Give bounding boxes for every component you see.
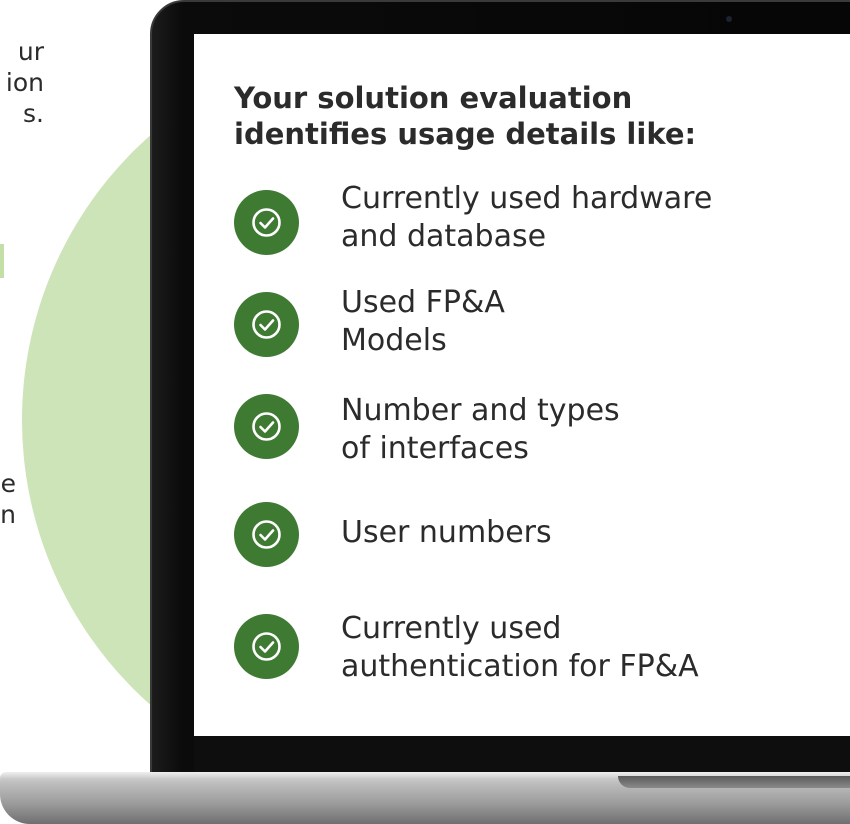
- left-accent-bar: [0, 244, 4, 278]
- check-circle-icon: [234, 292, 299, 357]
- laptop-hinge-notch: [618, 776, 850, 788]
- usage-detail-line: and database: [341, 219, 547, 254]
- usage-detail-line: authentication for FP&A: [341, 649, 699, 684]
- usage-detail-line: User numbers: [341, 515, 552, 550]
- check-circle-icon: [234, 190, 299, 255]
- laptop-bezel: [194, 736, 850, 776]
- usage-detail-item: Used FP&A Models: [234, 284, 834, 364]
- usage-detail-line: Number and types: [341, 393, 620, 428]
- camera-icon: [726, 16, 732, 22]
- left-text-fragment-top: ur ion s.: [0, 36, 44, 129]
- usage-detail-line: Currently used hardware: [341, 181, 713, 216]
- usage-detail-text: Used FP&A Models: [341, 284, 505, 360]
- screen-heading: Your solution evaluation identifies usag…: [234, 80, 834, 152]
- left-text-fragment-bottom: e n: [0, 468, 16, 530]
- usage-detail-line: Currently used: [341, 611, 562, 646]
- usage-detail-line: of interfaces: [341, 431, 529, 466]
- check-circle-icon: [234, 614, 299, 679]
- left-fragment-line: s.: [23, 99, 44, 128]
- usage-detail-text: User numbers: [341, 514, 552, 552]
- usage-detail-line: Models: [341, 323, 447, 358]
- heading-line: Your solution evaluation: [234, 81, 633, 115]
- left-fragment-line: n: [0, 500, 16, 529]
- usage-detail-item: Number and types of interfaces: [234, 392, 834, 472]
- usage-detail-item: Currently used authentication for FP&A: [234, 610, 834, 690]
- usage-detail-text: Currently used hardware and database: [341, 180, 712, 256]
- heading-line: identifies usage details like:: [234, 117, 697, 151]
- left-fragment-line: ion: [5, 68, 44, 97]
- left-fragment-line: e: [0, 469, 16, 498]
- usage-detail-item: Currently used hardware and database: [234, 180, 834, 260]
- slide-canvas: ur ion s. e n Your solution evaluation i…: [0, 0, 850, 824]
- usage-detail-text: Number and types of interfaces: [341, 392, 620, 468]
- check-circle-icon: [234, 394, 299, 459]
- usage-detail-item: User numbers: [234, 502, 834, 582]
- usage-detail-line: Used FP&A: [341, 285, 505, 320]
- usage-detail-text: Currently used authentication for FP&A: [341, 610, 699, 686]
- left-fragment-line: ur: [17, 37, 44, 66]
- check-circle-icon: [234, 502, 299, 567]
